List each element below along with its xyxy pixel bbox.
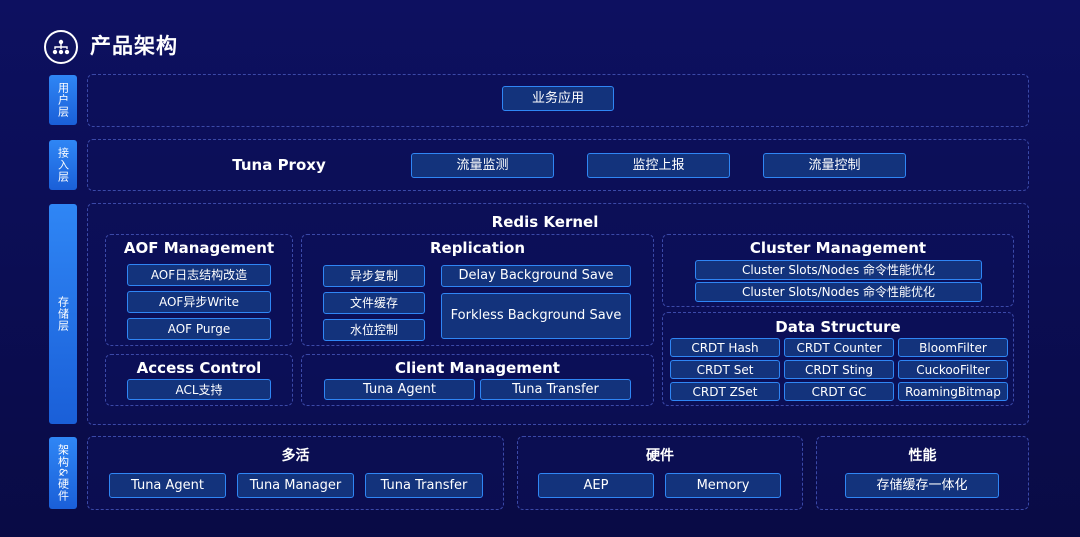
- replication-item: 异步复制: [323, 265, 425, 287]
- data-structure-item: BloomFilter: [898, 338, 1008, 357]
- client-item: Tuna Transfer: [480, 379, 631, 400]
- acl-chip: ACL支持: [127, 379, 271, 400]
- data-structure-item: CuckooFilter: [898, 360, 1008, 379]
- replication-title: Replication: [429, 239, 526, 257]
- architecture-network-icon: [44, 30, 78, 64]
- aof-item: AOF日志结构改造: [127, 264, 271, 286]
- aof-item: AOF Purge: [127, 318, 271, 340]
- cluster-title: Cluster Management: [749, 239, 927, 257]
- redis-kernel-title: Redis Kernel: [491, 213, 599, 231]
- page-title: 产品架构: [90, 34, 178, 58]
- performance-title: 性能: [908, 448, 937, 464]
- hardware-item: Memory: [665, 473, 781, 498]
- multi-active-title: 多活: [281, 448, 310, 464]
- cluster-item: Cluster Slots/Nodes 命令性能优化: [695, 260, 982, 280]
- data-structure-item: CRDT Set: [670, 360, 780, 379]
- traffic-monitor-chip: 流量监测: [411, 153, 554, 178]
- monitor-report-chip: 监控上报: [587, 153, 730, 178]
- data-structure-item: CRDT GC: [784, 382, 894, 401]
- data-structure-item: RoamingBitmap: [898, 382, 1008, 401]
- access-control-title: Access Control: [136, 359, 262, 377]
- replication-item: 水位控制: [323, 319, 425, 341]
- tuna-proxy-title: Tuna Proxy: [232, 156, 326, 174]
- layer-label-user: 用户层: [49, 75, 77, 125]
- client-item: Tuna Agent: [324, 379, 475, 400]
- layer-label-access: 接入层: [49, 140, 77, 190]
- layer-label-storage: 存储层: [49, 204, 77, 424]
- aof-item: AOF异步Write: [127, 291, 271, 313]
- delay-background-save-chip: Delay Background Save: [441, 265, 631, 287]
- data-structure-item: CRDT ZSet: [670, 382, 780, 401]
- multi-active-item: Tuna Manager: [237, 473, 354, 498]
- client-management-title: Client Management: [395, 359, 560, 377]
- hardware-title: 硬件: [646, 448, 674, 464]
- multi-active-item: Tuna Transfer: [365, 473, 483, 498]
- forkless-background-save-chip: Forkless Background Save: [441, 293, 631, 339]
- performance-item: 存储缓存一体化: [845, 473, 999, 498]
- multi-active-item: Tuna Agent: [109, 473, 226, 498]
- cluster-item: Cluster Slots/Nodes 命令性能优化: [695, 282, 982, 302]
- aof-title: AOF Management: [123, 239, 275, 257]
- hardware-item: AEP: [538, 473, 654, 498]
- data-structure-title: Data Structure: [775, 318, 901, 336]
- traffic-control-chip: 流量控制: [763, 153, 906, 178]
- data-structure-item: CRDT Hash: [670, 338, 780, 357]
- replication-item: 文件缓存: [323, 292, 425, 314]
- data-structure-item: CRDT Counter: [784, 338, 894, 357]
- layer-label-infra: 架构&硬件: [49, 437, 77, 509]
- data-structure-item: CRDT Sting: [784, 360, 894, 379]
- business-app-chip: 业务应用: [502, 86, 614, 111]
